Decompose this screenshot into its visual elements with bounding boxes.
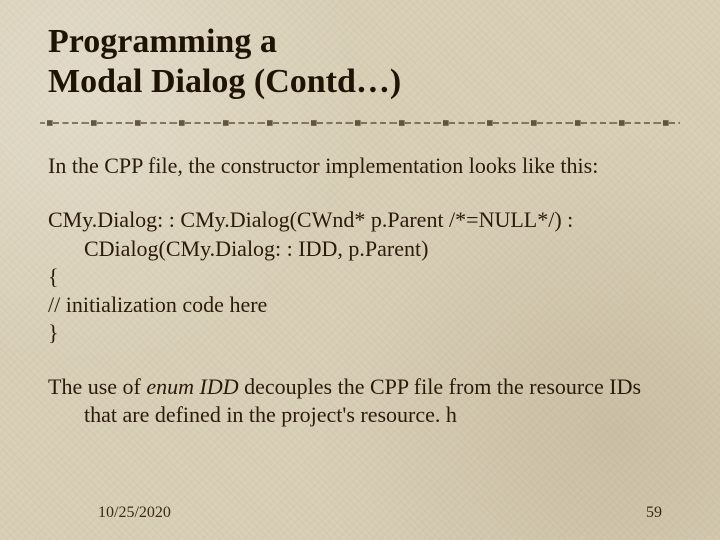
code-line-4: }: [48, 319, 672, 347]
code-line-2: {: [48, 263, 672, 291]
slide-footer: 10/25/2020 59: [0, 504, 720, 522]
slide-body: In the CPP file, the constructor impleme…: [48, 152, 672, 429]
code-block: CMy.Dialog: : CMy.Dialog(CWnd* p.Parent …: [48, 206, 672, 347]
intro-paragraph: In the CPP file, the constructor impleme…: [48, 152, 672, 180]
title-line-2: Modal Dialog (Contd…): [48, 62, 672, 102]
title-divider: [40, 116, 680, 130]
code-line-3: // initialization code here: [48, 291, 672, 319]
footer-date: 10/25/2020: [98, 504, 171, 522]
slide-title: Programming a Modal Dialog (Contd…): [48, 22, 672, 102]
code-line-1: CMy.Dialog: : CMy.Dialog(CWnd* p.Parent …: [48, 206, 672, 262]
closing-paragraph: The use of enum IDD decouples the CPP fi…: [48, 373, 672, 429]
slide: Programming a Modal Dialog (Contd…) In t…: [0, 0, 720, 540]
closing-pre: The use of: [48, 374, 146, 399]
footer-page-number: 59: [646, 504, 662, 522]
closing-em: enum IDD: [146, 374, 238, 399]
title-line-1: Programming a: [48, 22, 672, 62]
